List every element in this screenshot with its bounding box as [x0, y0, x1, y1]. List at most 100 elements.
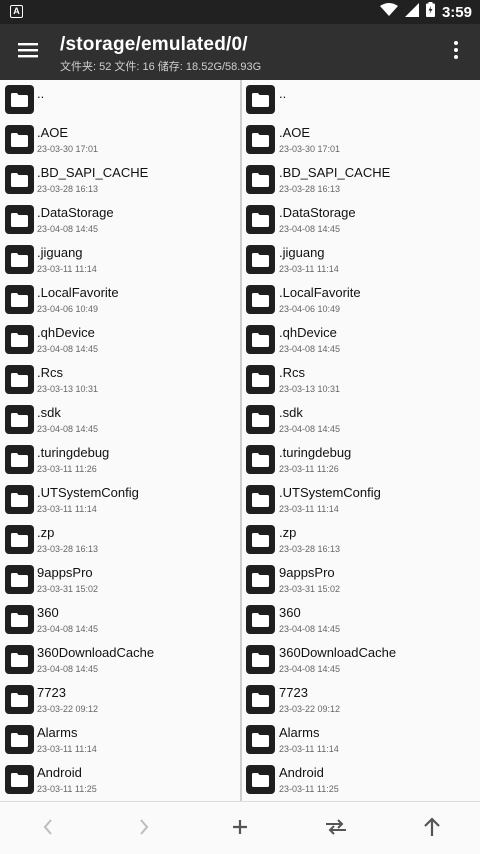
folder-date: 23-03-11 11:14	[37, 744, 97, 754]
folder-icon	[5, 725, 34, 754]
parent-directory-button[interactable]	[419, 816, 445, 842]
folder-row[interactable]: .Rcs 23-03-13 10:31	[0, 360, 240, 400]
folder-icon	[5, 85, 34, 114]
folder-date: 23-04-08 14:45	[37, 424, 99, 434]
folder-row[interactable]: .zp 23-03-28 16:13	[242, 520, 480, 560]
folder-row[interactable]: .LocalFavorite 23-04-06 10:49	[0, 280, 240, 320]
folder-row[interactable]: .turingdebug 23-03-11 11:26	[242, 440, 480, 480]
folder-name: .sdk	[279, 405, 303, 420]
folder-date: 23-03-11 11:14	[279, 264, 339, 274]
folder-icon	[246, 245, 275, 274]
folder-row[interactable]: 360DownloadCache 23-04-08 14:45	[0, 640, 240, 680]
folder-icon	[246, 325, 275, 354]
folder-row[interactable]: .sdk 23-04-08 14:45	[242, 400, 480, 440]
folder-date: 23-03-22 09:12	[279, 704, 341, 714]
folder-icon	[5, 445, 34, 474]
folder-row[interactable]: 360 23-04-08 14:45	[242, 600, 480, 640]
folder-name: 7723	[37, 685, 66, 700]
folder-date: 23-04-08 14:45	[37, 664, 99, 674]
folder-icon	[5, 405, 34, 434]
folder-row[interactable]: .AOE 23-03-30 17:01	[0, 120, 240, 160]
folder-row[interactable]: .qhDevice 23-04-08 14:45	[242, 320, 480, 360]
folder-row[interactable]: .LocalFavorite 23-04-06 10:49	[242, 280, 480, 320]
folder-icon	[246, 405, 275, 434]
folder-row[interactable]: Android 23-03-11 11:25	[242, 760, 480, 800]
folder-row[interactable]: 9appsPro 23-03-31 15:02	[0, 560, 240, 600]
folder-name: .BD_SAPI_CACHE	[37, 165, 149, 180]
folder-icon	[246, 205, 275, 234]
left-pane[interactable]: .. .AOE 23-03-30 17:01 .BD_SAPI_CACHE 23-03-…	[0, 80, 240, 801]
folder-name: Android	[279, 765, 324, 780]
folder-name: .DataStorage	[37, 205, 114, 220]
folder-name: .LocalFavorite	[37, 285, 119, 300]
folder-icon	[246, 485, 275, 514]
folder-name: .AOE	[279, 125, 311, 140]
app-bar: /storage/emulated/0/ 文件夹: 52 文件: 16 储存: …	[0, 24, 480, 80]
folder-date: 23-03-11 11:14	[279, 504, 339, 514]
folder-row[interactable]: 7723 23-03-22 09:12	[242, 680, 480, 720]
folder-name: .LocalFavorite	[279, 285, 361, 300]
folder-date: 23-03-30 17:01	[37, 144, 99, 154]
folder-row[interactable]: .Rcs 23-03-13 10:31	[242, 360, 480, 400]
folder-row[interactable]: .DataStorage 23-04-08 14:45	[242, 200, 480, 240]
folder-name: 360	[37, 605, 59, 620]
parent-folder-row[interactable]: ..	[0, 80, 240, 120]
parent-folder-row[interactable]: ..	[242, 80, 480, 120]
back-icon	[42, 818, 54, 841]
right-pane[interactable]: .. .AOE 23-03-30 17:01 .BD_SAPI_CACHE 23-03-…	[240, 80, 480, 801]
folder-row[interactable]: .sdk 23-04-08 14:45	[0, 400, 240, 440]
folder-icon	[5, 525, 34, 554]
folder-row[interactable]: .zp 23-03-28 16:13	[0, 520, 240, 560]
folder-name: .UTSystemConfig	[279, 485, 381, 500]
folder-icon	[5, 765, 34, 794]
folder-row[interactable]: .DataStorage 23-04-08 14:45	[0, 200, 240, 240]
folder-row[interactable]: .jiguang 23-03-11 11:14	[242, 240, 480, 280]
folder-name: 7723	[279, 685, 308, 700]
add-button[interactable]	[227, 816, 253, 842]
folder-row[interactable]: .BD_SAPI_CACHE 23-03-28 16:13	[0, 160, 240, 200]
folder-date: 23-03-11 11:14	[279, 744, 339, 754]
folder-icon	[246, 565, 275, 594]
folder-name: .BD_SAPI_CACHE	[279, 165, 391, 180]
folder-row[interactable]: Alarms 23-03-11 11:14	[242, 720, 480, 760]
forward-button[interactable]	[131, 816, 157, 842]
folder-row[interactable]: .jiguang 23-03-11 11:14	[0, 240, 240, 280]
storage-info: 文件夹: 52 文件: 16 储存: 18.52G/58.93G	[60, 61, 262, 73]
folder-row[interactable]: .UTSystemConfig 23-03-11 11:14	[0, 480, 240, 520]
folder-icon	[246, 605, 275, 634]
wifi-icon	[379, 2, 398, 22]
folder-row[interactable]: .AOE 23-03-30 17:01	[242, 120, 480, 160]
menu-button[interactable]	[14, 38, 42, 66]
dual-pane-browser: .. .AOE 23-03-30 17:01 .BD_SAPI_CACHE 23-03-…	[0, 80, 480, 801]
more-options-button[interactable]	[446, 38, 466, 66]
folder-row[interactable]: .UTSystemConfig 23-03-11 11:14	[242, 480, 480, 520]
folder-date: 23-04-08 14:45	[279, 624, 341, 634]
folder-icon	[5, 325, 34, 354]
folder-row[interactable]: .qhDevice 23-04-08 14:45	[0, 320, 240, 360]
folder-row[interactable]: 9appsPro 23-03-31 15:02	[242, 560, 480, 600]
folder-row[interactable]: .BD_SAPI_CACHE 23-03-28 16:13	[242, 160, 480, 200]
folder-row[interactable]: 360 23-04-08 14:45	[0, 600, 240, 640]
current-path: /storage/emulated/0/	[60, 34, 248, 55]
clock: 3:59	[441, 3, 472, 21]
folder-date: 23-03-13 10:31	[37, 384, 99, 394]
folder-date: 23-03-13 10:31	[279, 384, 341, 394]
folder-date: 23-04-08 14:45	[37, 624, 99, 634]
folder-date: 23-04-08 14:45	[37, 224, 99, 234]
folder-icon	[246, 365, 275, 394]
folder-name: 9appsPro	[279, 565, 335, 580]
back-button[interactable]	[35, 816, 61, 842]
folder-name: .AOE	[37, 125, 69, 140]
folder-date: 23-03-11 11:14	[37, 264, 97, 274]
folder-date: 23-03-31 15:02	[37, 584, 99, 594]
folder-row[interactable]: Android 23-03-11 11:25	[0, 760, 240, 800]
folder-icon	[246, 525, 275, 554]
folder-row[interactable]: .turingdebug 23-03-11 11:26	[0, 440, 240, 480]
folder-row[interactable]: Alarms 23-03-11 11:14	[0, 720, 240, 760]
bottom-toolbar	[0, 801, 480, 854]
folder-date: 23-04-08 14:45	[37, 344, 99, 354]
folder-row[interactable]: 360DownloadCache 23-04-08 14:45	[242, 640, 480, 680]
swap-panes-button[interactable]	[323, 816, 349, 842]
folder-icon	[246, 725, 275, 754]
folder-row[interactable]: 7723 23-03-22 09:12	[0, 680, 240, 720]
